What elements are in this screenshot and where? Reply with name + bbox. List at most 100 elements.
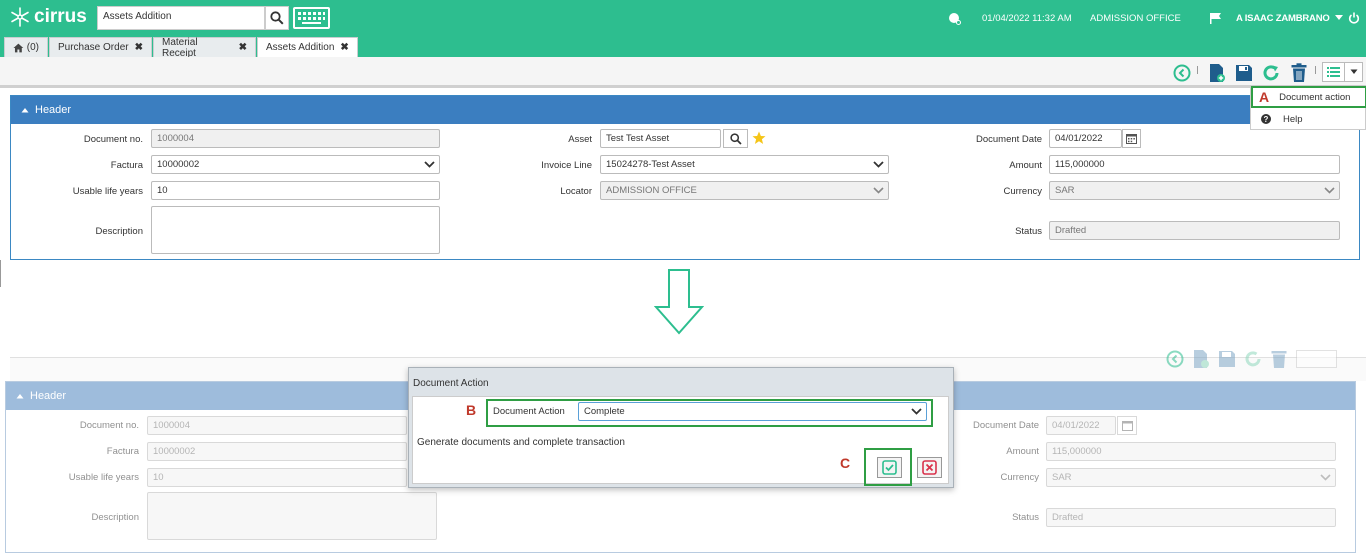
calendar-icon [1126,134,1137,144]
currency-label: Currency [1003,186,1042,197]
collapse-caret-icon [16,394,24,399]
tab-home-label: (0) [26,42,39,53]
factura-label: Factura [110,160,143,171]
close-icon [922,460,937,475]
document-date-field: 04/01/2022 [1046,416,1116,435]
flag-icon [1210,13,1221,24]
ok-button[interactable] [877,457,902,478]
factura-field: 10000002 [147,442,407,461]
globe-status[interactable] [948,0,961,36]
delete-button[interactable] [1288,62,1310,84]
marker-b: B [466,402,477,418]
snowflake-icon [11,7,29,27]
locator-select: ADMISSION OFFICE [600,181,889,200]
description-textarea [147,492,437,540]
document-no-label: Document no. [79,420,139,431]
user-name: A ISAAC ZAMBRANO [1236,12,1330,24]
toolbar-separator [1197,66,1198,74]
cancel-button[interactable] [917,457,942,478]
usable-life-label: Usable life years [72,186,143,197]
calendar-icon [1121,421,1133,431]
menu-item-label: Help [1283,113,1303,125]
refresh-icon [1263,65,1279,81]
asset-search-button[interactable] [723,129,748,148]
menu-item-document-action[interactable]: A Document action [1251,86,1366,108]
power-icon [1348,12,1360,24]
calendar-button [1117,416,1137,435]
invoice-line-value: 15024278-Test Asset [606,159,695,170]
star-icon[interactable] [752,131,766,148]
tab-purchase-order[interactable]: Purchase Order ✖ [49,37,152,57]
toolbar-separator [1315,66,1316,74]
amount-field[interactable]: 115,000000 [1049,155,1340,174]
svg-text:?: ? [1264,115,1269,124]
save-icon [1219,351,1235,367]
close-icon[interactable]: ✖ [239,42,247,53]
back-button[interactable] [1171,62,1193,84]
document-date-label: Document Date [975,134,1042,145]
invoice-line-label: Invoice Line [541,160,592,171]
actions-menu-button[interactable] [1322,62,1363,82]
flag-button[interactable] [1209,0,1222,36]
marker-a: A [1259,89,1270,105]
refresh-button[interactable] [1260,62,1282,84]
toolbar-icons-faded [1166,349,1337,369]
power-button[interactable] [1348,0,1360,36]
header-panel-title[interactable]: Header [11,96,1359,124]
description-textarea[interactable] [151,206,440,254]
document-action-description: Generate documents and complete transact… [417,437,625,448]
usable-life-field[interactable]: 10 [151,181,440,200]
menu-search-input[interactable]: Assets Addition [97,6,265,30]
factura-select[interactable]: 10000002 [151,155,440,174]
globe-icon [949,12,961,25]
calendar-button[interactable] [1122,129,1141,148]
header-title: Header [35,104,72,116]
menu-item-label: Document action [1279,91,1351,103]
tab-home[interactable]: (0) [4,37,48,57]
marker-c: C [840,455,851,471]
document-date-field[interactable]: 04/01/2022 [1049,129,1122,148]
chevron-down-icon [1320,474,1331,481]
usable-life-field: 10 [147,468,407,487]
usable-life-label: Usable life years [68,472,139,483]
brand-logo[interactable]: cirrus [10,6,87,28]
tab-label: Assets Addition [266,42,335,53]
search-button[interactable] [265,6,289,30]
tab-material-receipt[interactable]: Material Receipt ✖ [153,37,256,59]
user-menu[interactable]: A ISAAC ZAMBRANO [1236,0,1344,36]
document-action-select[interactable]: Complete [578,402,927,421]
chevron-down-icon [873,187,884,194]
locator-value: ADMISSION OFFICE [606,185,697,196]
trash-icon [1291,63,1307,82]
chevron-down-icon [911,408,922,415]
currency-value: SAR [1052,472,1072,483]
new-document-icon [1194,350,1209,368]
org-name[interactable]: ADMISSION OFFICE [1090,0,1181,36]
save-button[interactable] [1233,62,1255,84]
invoice-line-select[interactable]: 15024278-Test Asset [600,155,889,174]
tab-assets-addition[interactable]: Assets Addition ✖ [257,37,358,57]
new-record-button[interactable] [1206,62,1228,84]
close-icon[interactable]: ✖ [340,42,348,53]
new-document-icon [1210,64,1225,82]
keyboard-icon [298,12,325,24]
arrow-down-icon [653,269,705,338]
trash-icon [1271,351,1287,368]
keyboard-button[interactable] [293,7,330,29]
document-no-field[interactable]: 1000004 [151,129,440,148]
caret-down-icon [1345,63,1362,81]
actions-dropdown-menu: A Document action ? Help [1250,85,1366,130]
save-icon [1236,65,1252,81]
asset-field[interactable]: Test Test Asset [600,129,721,148]
currency-select: SAR [1046,468,1336,487]
status-label: Status [1012,512,1039,523]
actions-menu-button-faded [1296,350,1337,368]
amount-field: 115,000000 [1046,442,1336,461]
locator-label: Locator [560,186,592,197]
amount-label: Amount [1009,160,1042,171]
menu-item-help[interactable]: ? Help [1251,109,1366,129]
dialog-title: Document Action [413,378,489,389]
datetime: 01/04/2022 11:32 AM [982,12,1072,24]
asset-label: Asset [568,134,592,145]
close-icon[interactable]: ✖ [135,42,143,53]
